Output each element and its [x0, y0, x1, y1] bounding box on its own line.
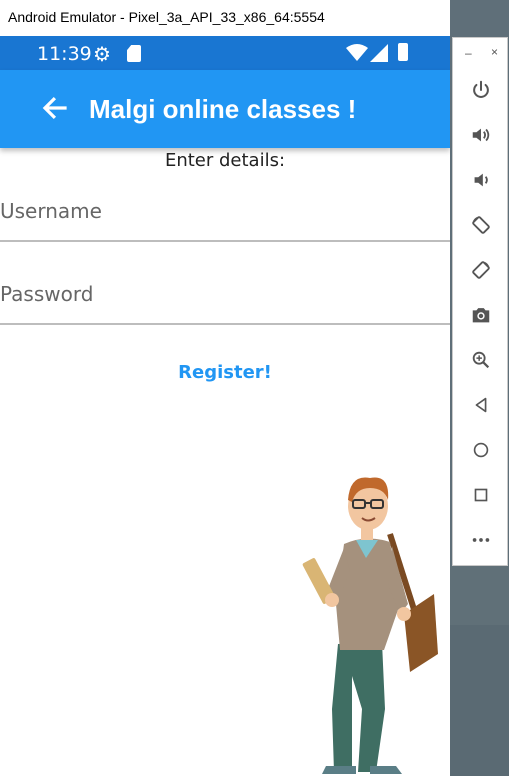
rotate-left-button[interactable]: [467, 211, 495, 239]
toolbar-window-controls: – ×: [453, 45, 509, 62]
cell-signal-icon: [370, 44, 388, 62]
rotate-right-icon: [472, 261, 490, 279]
app-title: Malgi online classes !: [89, 94, 357, 124]
emulator-window-titlebar: Android Emulator - Pixel_3a_API_33_x86_6…: [0, 0, 450, 36]
form-heading: Enter details:: [164, 150, 286, 171]
status-time: 11:39: [37, 43, 92, 65]
screenshot-button[interactable]: [467, 301, 495, 329]
register-button[interactable]: Register!: [0, 362, 450, 383]
back-arrow-icon[interactable]: [40, 93, 70, 123]
wifi-icon: [346, 44, 368, 61]
zoom-icon: [472, 351, 490, 369]
overview-icon: [474, 488, 488, 502]
home-icon: [473, 442, 489, 458]
window-title: Android Emulator - Pixel_3a_API_33_x86_6…: [8, 9, 325, 25]
rotate-left-icon: [472, 216, 490, 234]
battery-icon: [398, 43, 408, 61]
background-band: [450, 625, 509, 776]
zoom-button[interactable]: [467, 346, 495, 374]
student-illustration: [302, 477, 438, 774]
volume-down-icon: [474, 173, 488, 187]
app-bar: Malgi online classes !: [0, 70, 450, 148]
volume-up-icon: [472, 128, 490, 142]
username-input[interactable]: [0, 182, 450, 242]
more-button[interactable]: [467, 526, 495, 554]
volume-down-button[interactable]: [467, 166, 495, 194]
status-bar: 11:39 ⚙: [0, 36, 450, 70]
power-button[interactable]: [467, 76, 495, 104]
rotate-right-button[interactable]: [467, 256, 495, 284]
toolbar-close-button[interactable]: ×: [491, 45, 498, 59]
nav-overview-button[interactable]: [467, 481, 495, 509]
toolbar-minimize-button[interactable]: –: [465, 46, 472, 60]
volume-up-button[interactable]: [467, 121, 495, 149]
emulator-side-toolbar: – ×: [452, 37, 508, 566]
nav-back-button[interactable]: [467, 391, 495, 419]
camera-icon: [472, 308, 490, 323]
phone-screen: 11:39 ⚙ Malgi online classes ! Enter det…: [0, 36, 450, 776]
background-band: [450, 565, 509, 625]
back-icon: [475, 397, 487, 413]
nav-home-button[interactable]: [467, 436, 495, 464]
settings-gear-icon: ⚙: [93, 44, 111, 66]
power-icon: [473, 80, 489, 98]
password-input[interactable]: [0, 265, 450, 325]
more-icon: [472, 538, 490, 542]
sd-card-icon: [127, 45, 141, 62]
